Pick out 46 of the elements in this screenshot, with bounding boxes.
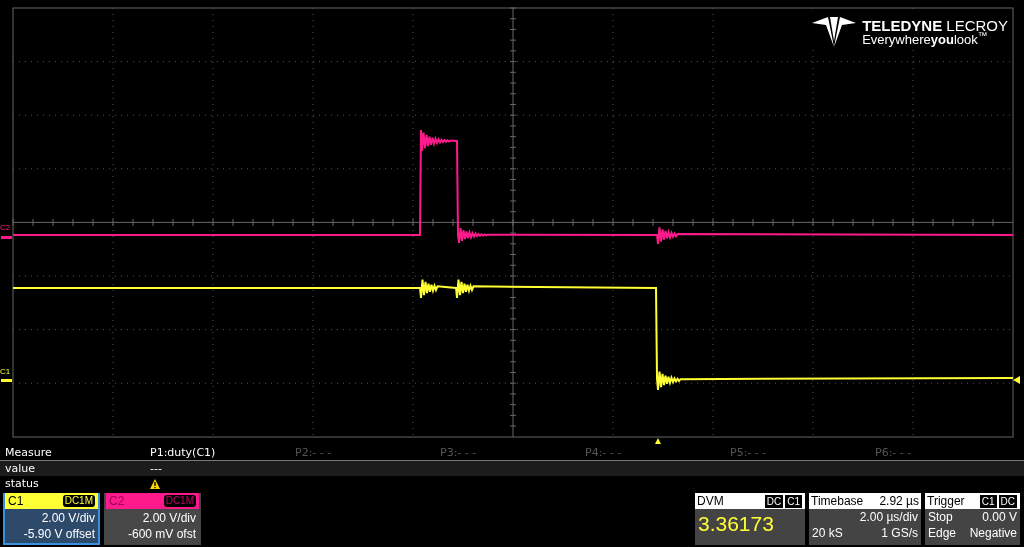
trigger-slope: Negative: [969, 525, 1017, 541]
setting-tag: C1: [784, 493, 803, 509]
offset-value: -5.90 V offset: [22, 526, 95, 542]
sample-count: 20 kS: [812, 525, 843, 541]
panel-title: DVM: [697, 493, 724, 510]
channel-name: C1: [8, 493, 24, 510]
scale-value: 2.00 V/div: [141, 510, 196, 526]
timebase-panel[interactable]: Timebase 2.92 µs 2.00 µs/div 20 kS 1 GS/s: [809, 493, 921, 545]
panel-title: Timebase: [811, 493, 864, 510]
brand-tagline: Everywhereyoulook$^{™}$: [862, 33, 988, 46]
row-label: value: [5, 461, 37, 476]
trigger-position-icon: [655, 438, 661, 444]
table-header: P6:- - -: [875, 445, 913, 460]
sample-rate: 1 GS/s: [881, 525, 918, 541]
logo-icon: [812, 17, 857, 47]
trigger-type: Edge: [928, 525, 957, 541]
table-header: P4:- - -: [585, 445, 623, 460]
brand-name: TELEDYNE LECROY: [862, 18, 1008, 33]
setting-tag: DC: [997, 493, 1018, 509]
table-header: P5:- - -: [730, 445, 768, 460]
trigger-mode: Stop: [928, 509, 953, 525]
dvm-reading: 3.36173: [697, 511, 775, 537]
setting-tag: C1: [978, 493, 998, 509]
channel-name: C2: [109, 493, 125, 510]
dvm-panel[interactable]: DVM DC C1 3.36173: [695, 493, 805, 545]
table-header: P3:- - -: [440, 445, 478, 460]
trace-label: C1: [0, 368, 11, 376]
timebase-scale: 2.00 µs/div: [859, 509, 918, 525]
coupling-tag: DC1M: [163, 495, 196, 507]
trace-label: C2: [0, 224, 11, 232]
trigger-panel[interactable]: Trigger C1 DC Stop 0.00 V Edge Negative: [925, 493, 1020, 545]
setting-tag: DC: [763, 493, 785, 509]
table-header: P2:- - -: [295, 445, 333, 460]
coupling-tag: DC1M: [62, 495, 95, 507]
offset-value: -600 mV ofst: [126, 526, 196, 542]
level-marker-icon: [1013, 376, 1020, 384]
channel-panel[interactable]: C1 DC1M 2.00 V/div -5.90 V offset: [3, 493, 100, 545]
panel-title: Trigger: [927, 493, 965, 510]
channel-panel[interactable]: C2 DC1M 2.00 V/div -600 mV ofst: [104, 493, 201, 545]
table-cell-text: ---: [150, 461, 163, 476]
table-header: Measure: [5, 445, 53, 460]
trigger-threshold: 0.00 V: [982, 509, 1017, 525]
table-header: P1:duty(C1): [150, 445, 217, 460]
row-label: status: [5, 476, 40, 491]
delay-value: 2.92 µs: [879, 493, 919, 510]
scale-value: 2.00 V/div: [40, 510, 95, 526]
